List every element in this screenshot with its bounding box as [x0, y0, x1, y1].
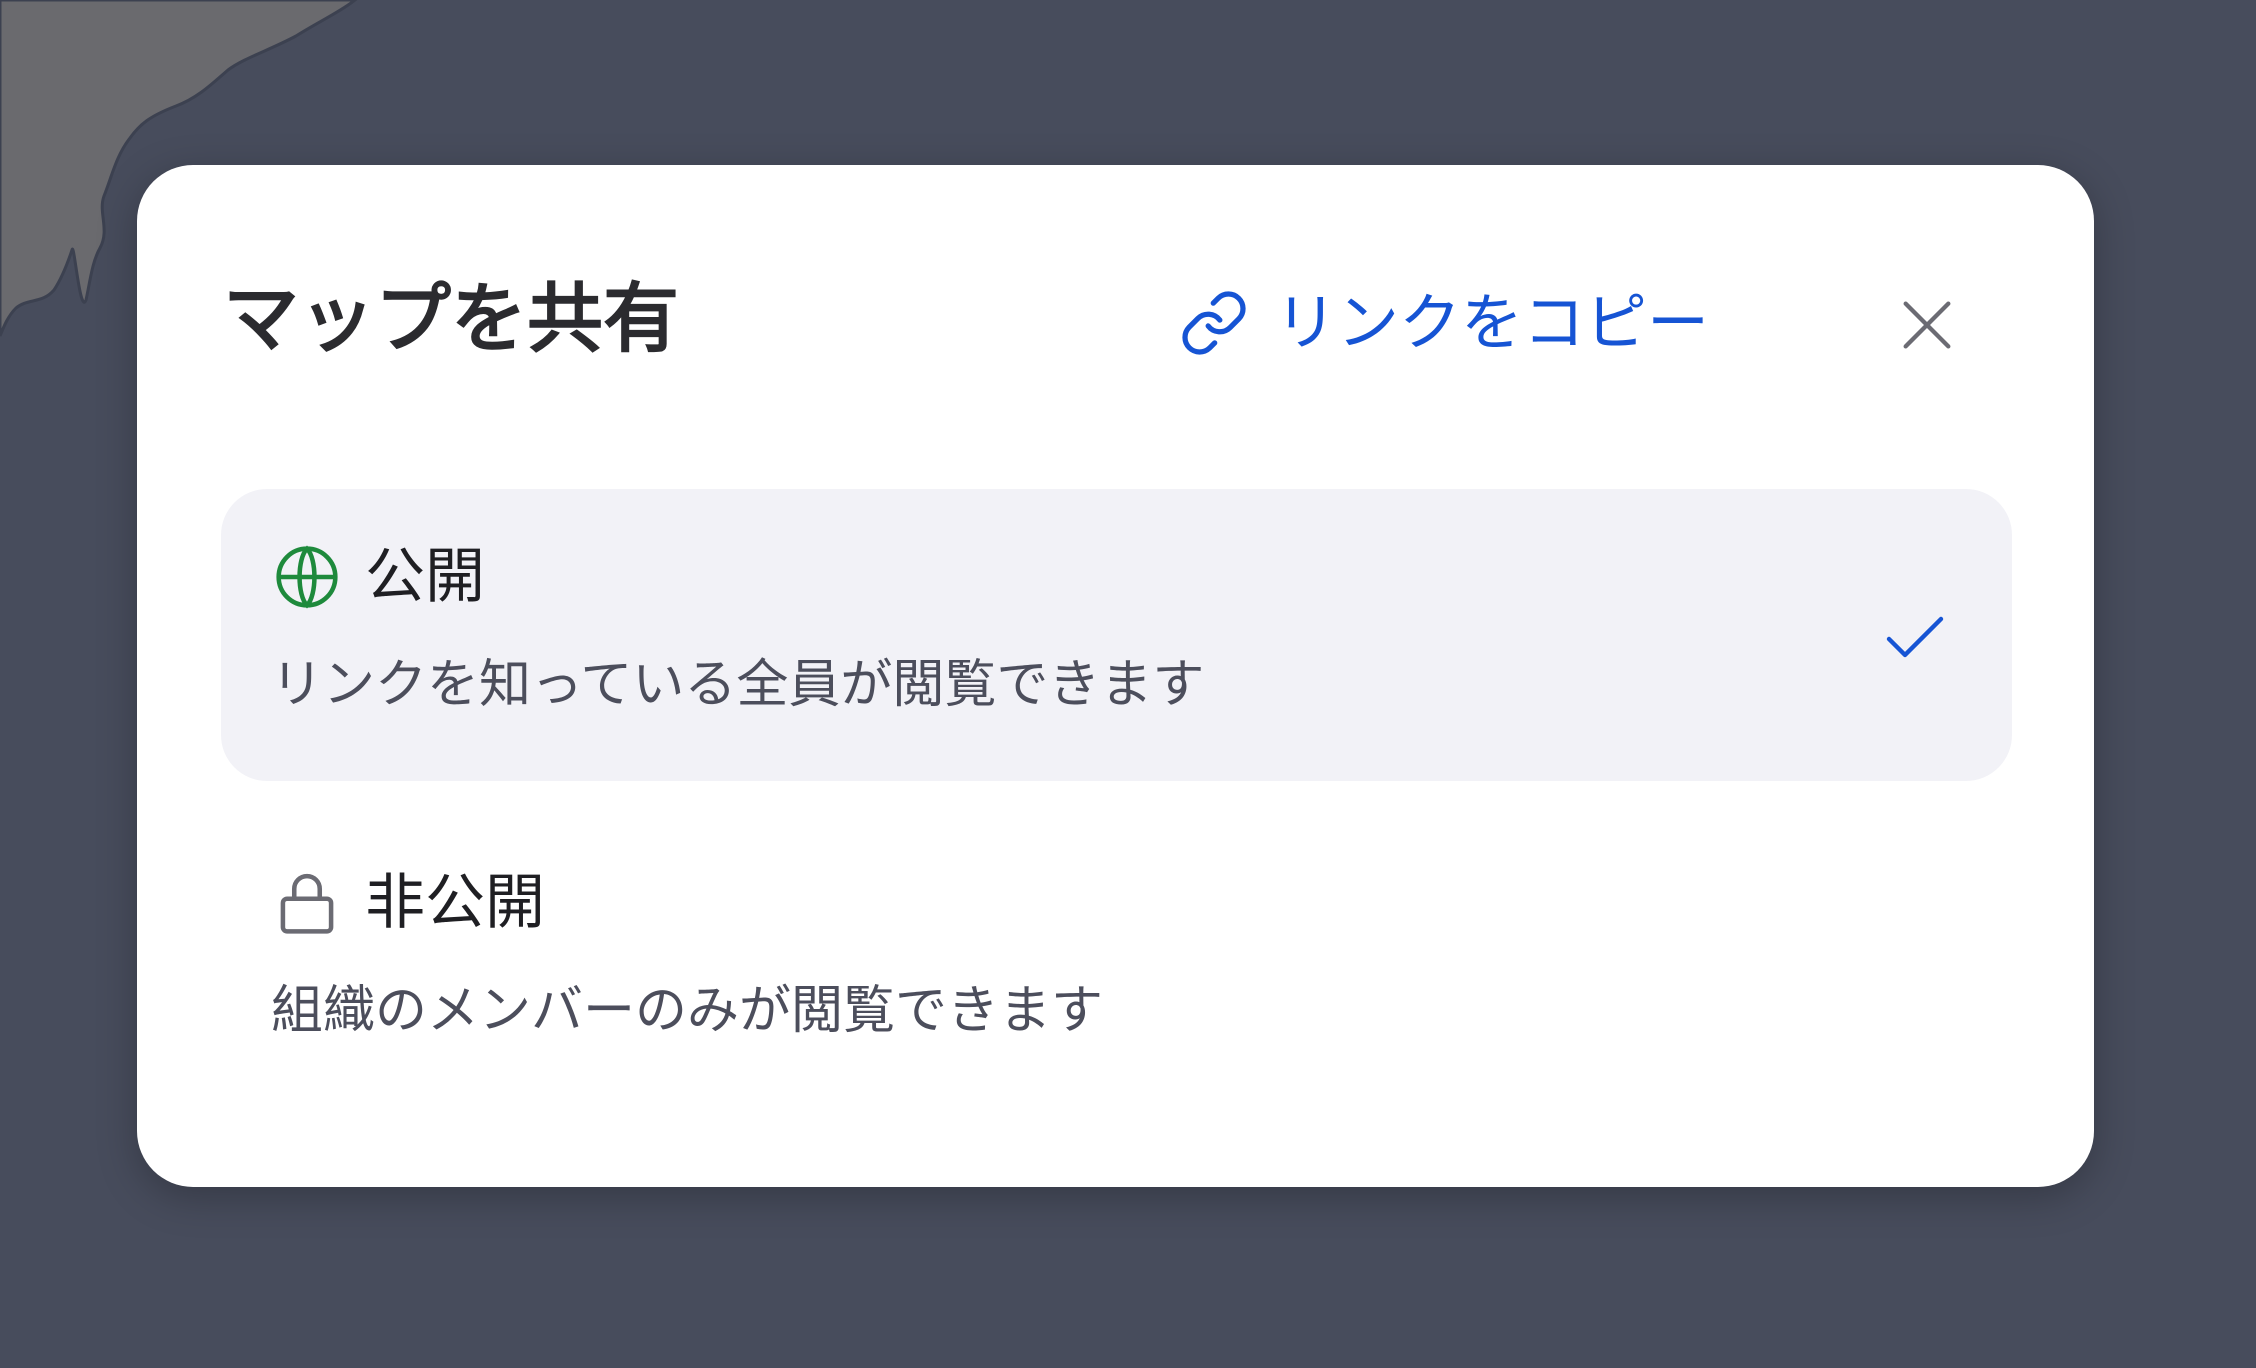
- copy-link-label: リンクをコピー: [1275, 286, 1710, 359]
- copy-link-button[interactable]: リンクをコピー: [1179, 281, 1709, 365]
- option-private-name: 非公開: [365, 868, 545, 938]
- option-private-description: 組織のメンバーのみが閲覧できます: [271, 981, 1104, 1041]
- dialog-title: マップを共有: [223, 274, 679, 363]
- close-icon: [1903, 301, 1951, 349]
- checkmark-icon: [1886, 616, 1944, 658]
- share-map-dialog: マップを共有 リンクをコピー 公開 リンクを知っている全員が閲覧できます 非公開…: [137, 165, 2094, 1187]
- option-private[interactable]: 非公開 組織のメンバーのみが閲覧できます: [221, 815, 2012, 1107]
- link-icon: [1182, 291, 1246, 355]
- option-private-header: 非公開: [273, 865, 545, 941]
- close-button[interactable]: [1895, 293, 1959, 357]
- option-public[interactable]: 公開 リンクを知っている全員が閲覧できます: [221, 489, 2012, 781]
- option-public-name: 公開: [365, 542, 485, 612]
- option-public-header: 公開: [273, 539, 485, 615]
- lock-icon: [280, 873, 334, 934]
- option-public-description: リンクを知っている全員が閲覧できます: [271, 655, 1205, 715]
- globe-icon: [276, 545, 338, 609]
- selected-check: [1885, 613, 1945, 661]
